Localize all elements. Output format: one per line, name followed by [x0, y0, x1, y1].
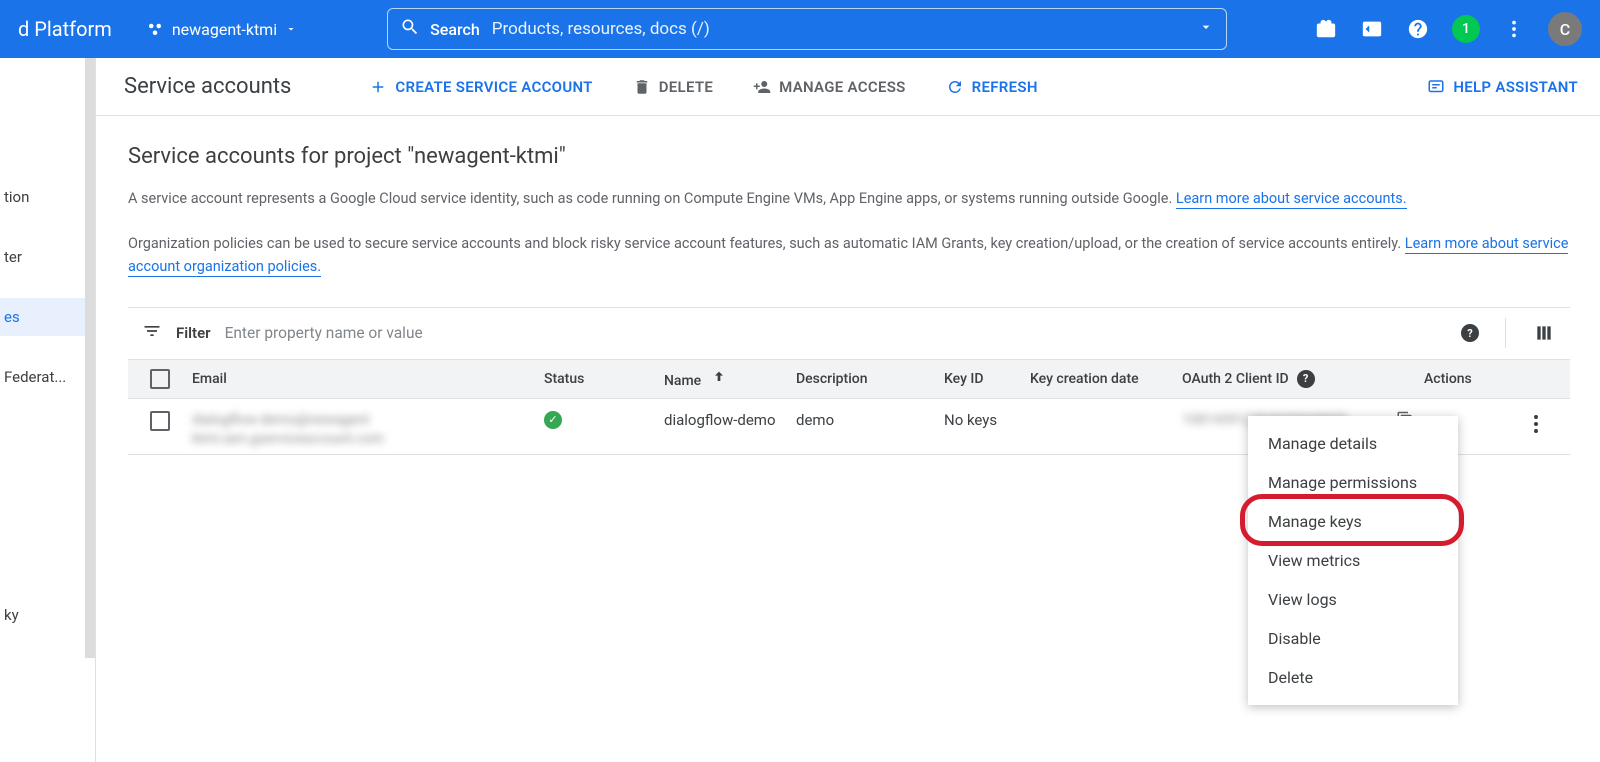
sort-ascending-icon: [711, 373, 727, 389]
actions-dropdown: Manage details Manage permissions Manage…: [1248, 416, 1458, 705]
cell-status: ✓: [544, 411, 664, 429]
menu-manage-permissions[interactable]: Manage permissions: [1248, 463, 1458, 502]
label: Name: [664, 373, 701, 389]
page-title: Service accounts: [124, 74, 291, 99]
action-bar: Service accounts CREATE SERVICE ACCOUNT …: [96, 58, 1600, 116]
help-icon[interactable]: ?: [1461, 324, 1479, 342]
description-1: A service account represents a Google Cl…: [128, 187, 1570, 210]
row-checkbox[interactable]: [150, 411, 170, 431]
notifications-badge[interactable]: 1: [1452, 15, 1480, 43]
help-assistant-button[interactable]: HELP ASSISTANT: [1425, 72, 1580, 102]
learn-more-link[interactable]: Learn more about service accounts.: [1176, 190, 1407, 209]
filter-input[interactable]: Enter property name or value: [225, 324, 1447, 342]
sidebar-item[interactable]: ky: [0, 596, 95, 634]
search-container: Search Products, resources, docs (/): [387, 8, 1227, 50]
email-text: dialogflow-demo@newagent ktmi.iam.gservi…: [192, 411, 532, 450]
project-selector[interactable]: newagent-ktmi: [136, 14, 307, 45]
col-description[interactable]: Description: [796, 371, 944, 387]
label: CREATE SERVICE ACCOUNT: [395, 78, 592, 96]
table-header: Email Status Name Description Key ID Key…: [128, 359, 1570, 399]
create-service-account-button[interactable]: CREATE SERVICE ACCOUNT: [367, 72, 594, 102]
project-icon: [146, 20, 164, 38]
menu-disable[interactable]: Disable: [1248, 619, 1458, 658]
cell-name: dialogflow-demo: [664, 411, 796, 429]
sidebar-item-active[interactable]: es: [0, 298, 95, 336]
chevron-down-icon: [285, 20, 297, 39]
filter-icon: [142, 321, 162, 345]
col-keyid[interactable]: Key ID: [944, 371, 1030, 387]
search-icon: [400, 17, 420, 41]
help-icon[interactable]: [1406, 17, 1430, 41]
col-status[interactable]: Status: [544, 371, 664, 387]
label: REFRESH: [972, 78, 1038, 96]
sub-title: Service accounts for project "newagent-k…: [128, 144, 1570, 169]
text: A service account represents a Google Cl…: [128, 190, 1176, 207]
refresh-button[interactable]: REFRESH: [944, 72, 1040, 102]
col-name[interactable]: Name: [664, 369, 796, 389]
manage-access-button[interactable]: MANAGE ACCESS: [751, 72, 908, 102]
sidebar-item[interactable]: ter: [0, 238, 95, 276]
menu-view-metrics[interactable]: View metrics: [1248, 541, 1458, 580]
col-email[interactable]: Email: [192, 371, 544, 387]
top-actions: 1 C: [1314, 12, 1582, 46]
filter-label: Filter: [176, 324, 211, 342]
menu-view-logs[interactable]: View logs: [1248, 580, 1458, 619]
description-2: Organization policies can be used to sec…: [128, 232, 1570, 278]
platform-name: d Platform: [18, 17, 112, 41]
search-label: Search: [430, 20, 480, 39]
avatar[interactable]: C: [1548, 12, 1582, 46]
search-input[interactable]: Search Products, resources, docs (/): [387, 8, 1227, 50]
label: HELP ASSISTANT: [1453, 78, 1578, 96]
cell-email[interactable]: dialogflow-demo@newagent ktmi.iam.gservi…: [192, 411, 544, 450]
columns-icon[interactable]: [1532, 321, 1556, 345]
menu-manage-keys[interactable]: Manage keys: [1248, 502, 1458, 541]
project-name: newagent-ktmi: [172, 20, 277, 39]
col-oauth[interactable]: OAuth 2 Client ID ?: [1182, 370, 1414, 388]
cloud-shell-icon[interactable]: [1360, 17, 1384, 41]
sidebar: tion ter es Federat... ky: [0, 58, 96, 762]
divider: [1505, 318, 1506, 348]
select-all-checkbox[interactable]: [150, 369, 170, 389]
delete-button[interactable]: DELETE: [631, 72, 715, 102]
col-actions: Actions: [1414, 371, 1534, 387]
sidebar-item[interactable]: Federat...: [0, 358, 95, 396]
help-icon[interactable]: ?: [1297, 370, 1315, 388]
scrollbar[interactable]: [85, 58, 95, 658]
search-placeholder: Products, resources, docs (/): [492, 19, 1198, 39]
more-icon[interactable]: [1502, 17, 1526, 41]
col-keydate[interactable]: Key creation date: [1030, 371, 1182, 387]
top-bar: d Platform newagent-ktmi Search Products…: [0, 0, 1600, 58]
row-actions-menu-button[interactable]: [1524, 411, 1548, 437]
cell-keyid: No keys: [944, 411, 1030, 429]
text: Organization policies can be used to sec…: [128, 235, 1405, 252]
menu-manage-details[interactable]: Manage details: [1248, 424, 1458, 463]
cell-description: demo: [796, 411, 944, 429]
label: DELETE: [659, 78, 713, 96]
gift-icon[interactable]: [1314, 17, 1338, 41]
label: MANAGE ACCESS: [779, 78, 906, 96]
status-ok-icon: ✓: [544, 411, 562, 429]
filter-row: Filter Enter property name or value ?: [128, 307, 1570, 359]
main-content: Service accounts for project "newagent-k…: [96, 116, 1600, 455]
menu-delete[interactable]: Delete: [1248, 658, 1458, 697]
sidebar-item[interactable]: tion: [0, 178, 95, 216]
label: OAuth 2 Client ID: [1182, 371, 1289, 387]
chevron-down-icon: [1198, 19, 1214, 39]
